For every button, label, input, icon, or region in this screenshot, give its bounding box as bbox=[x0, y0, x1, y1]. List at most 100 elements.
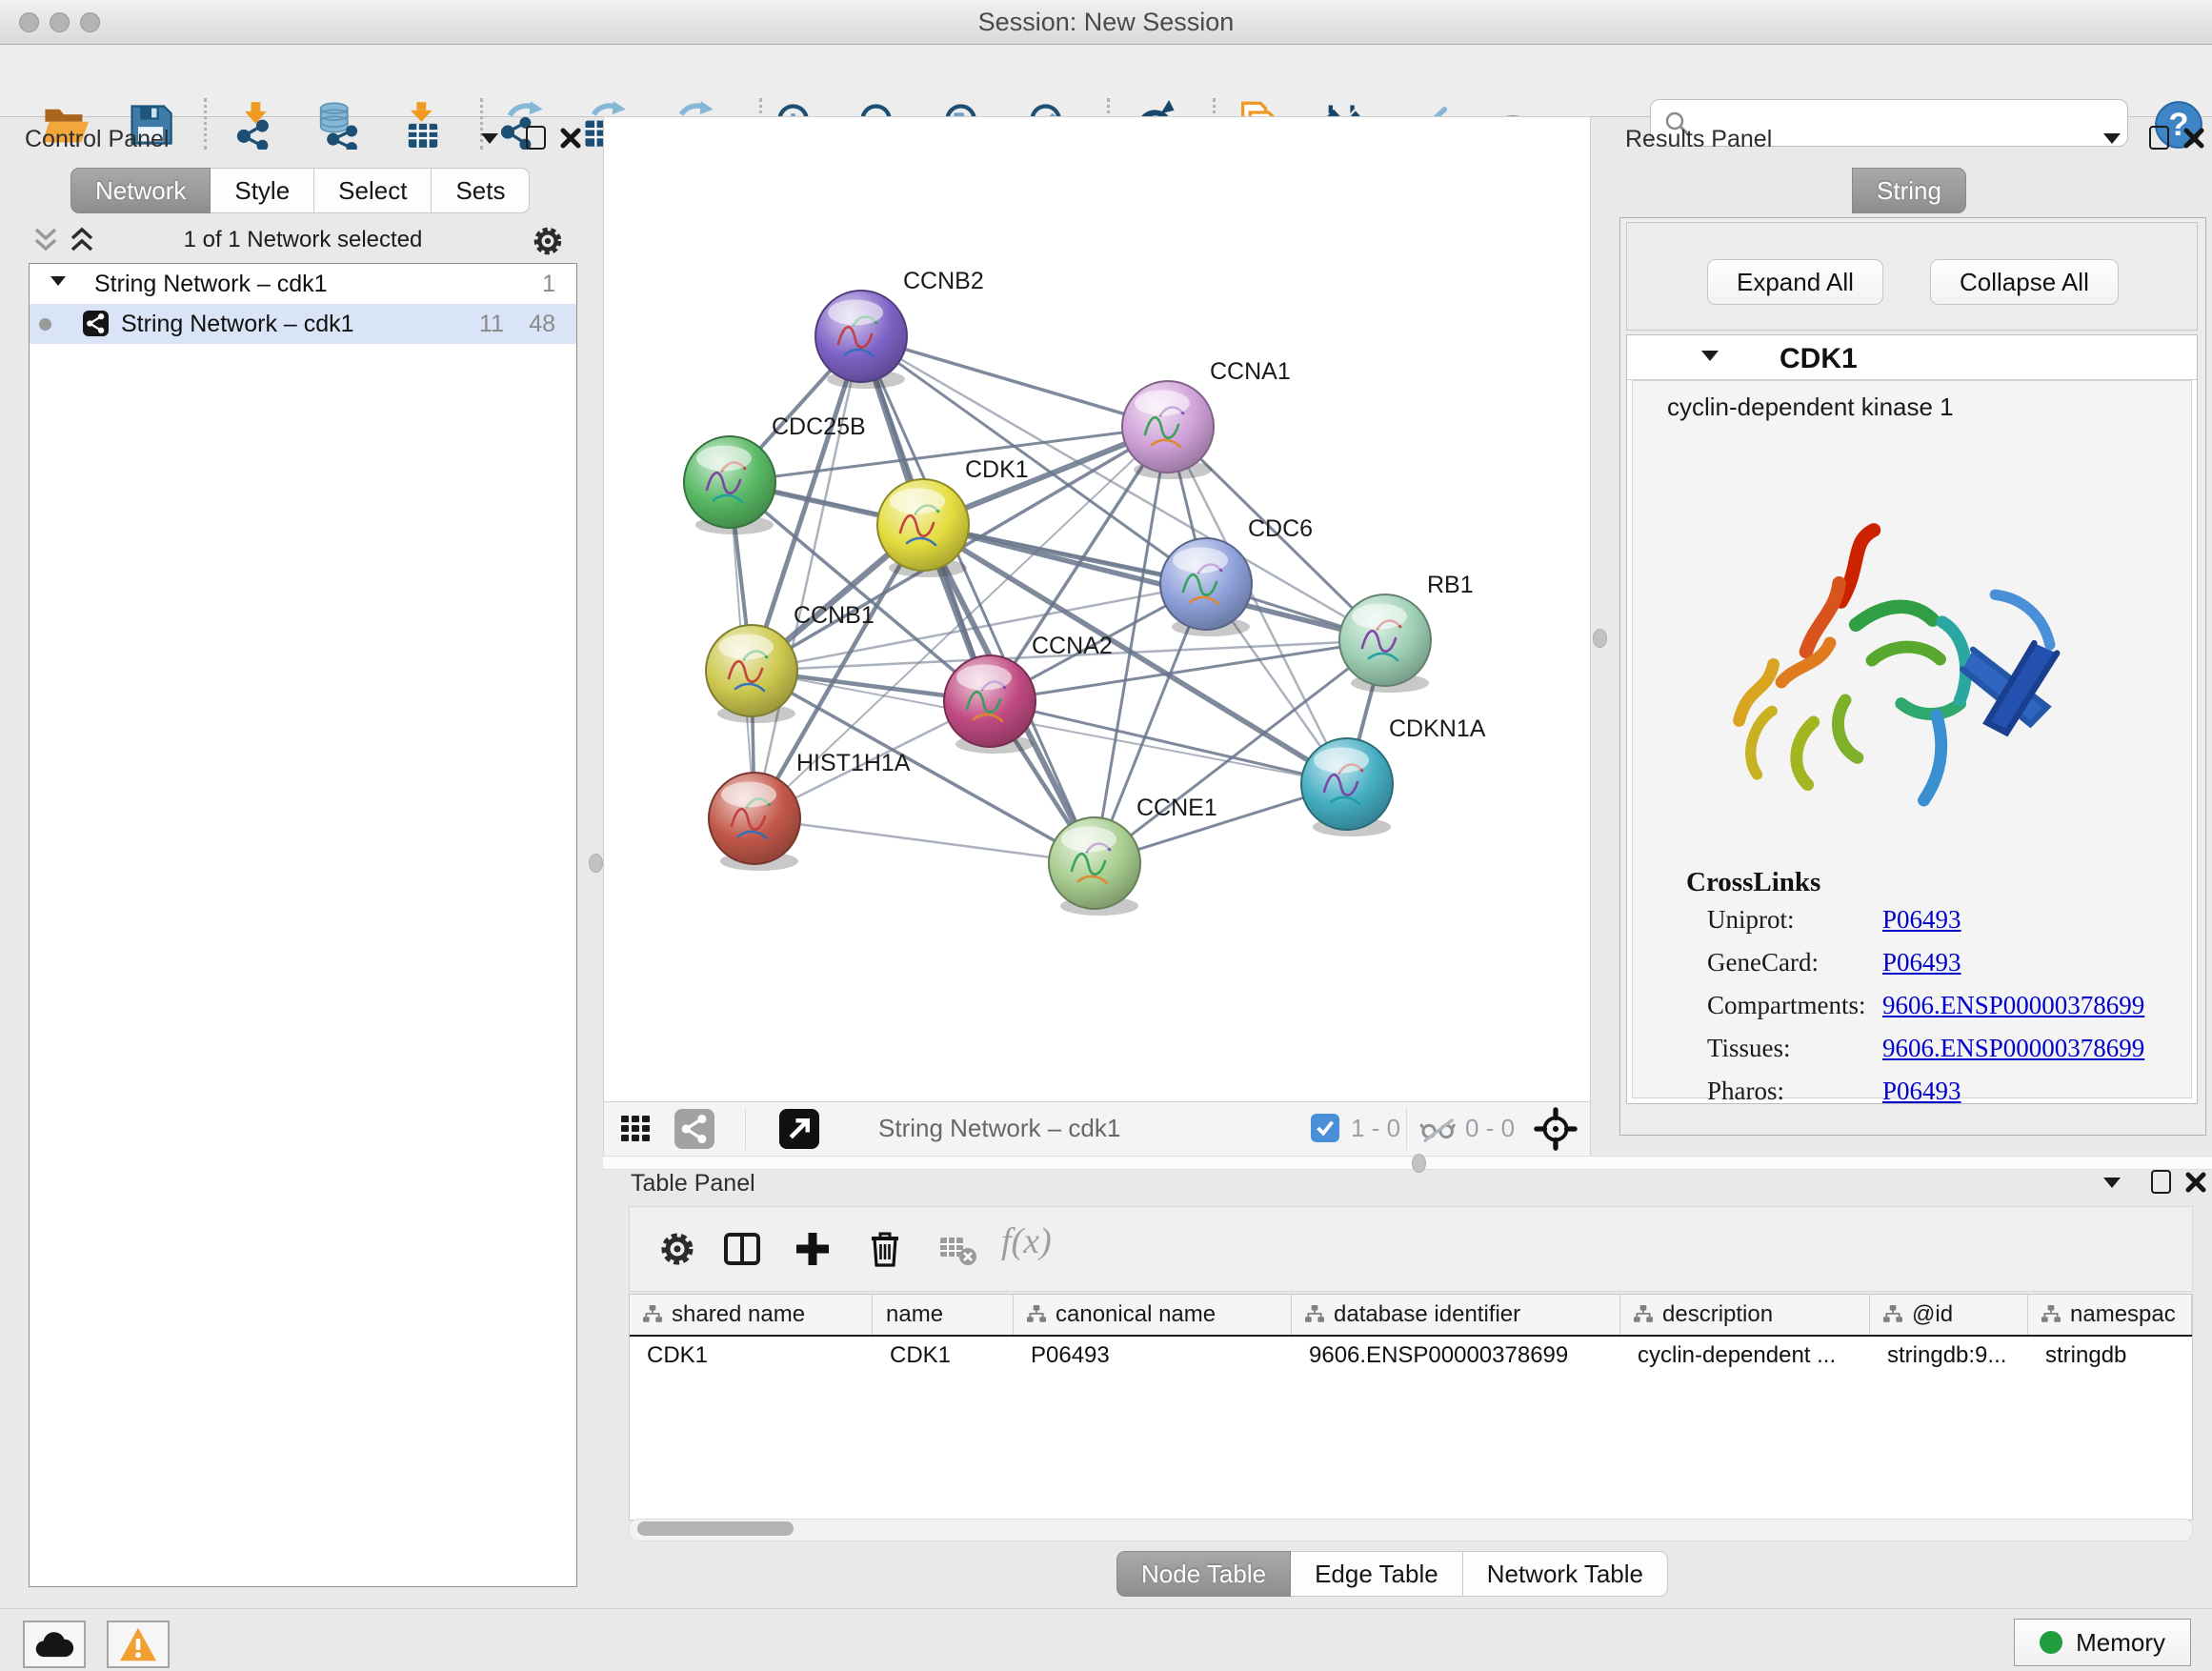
hidden-counts: 0 - 0 bbox=[1465, 1114, 1515, 1143]
network-row-selected[interactable]: String Network – cdk1 11 48 bbox=[30, 304, 576, 344]
table-cell[interactable]: CDK1 bbox=[873, 1337, 1014, 1375]
collapse-all-button[interactable]: Collapse All bbox=[1930, 259, 2119, 305]
result-entry-header[interactable]: CDK1 bbox=[1627, 335, 2197, 380]
show-columns-icon[interactable] bbox=[721, 1228, 763, 1275]
table-cell[interactable]: 9606.ENSP00000378699 bbox=[1292, 1337, 1620, 1375]
column-label: description bbox=[1662, 1301, 1773, 1328]
tab-network-table[interactable]: Network Table bbox=[1463, 1551, 1668, 1597]
network-collection-row[interactable]: String Network – cdk1 1 bbox=[30, 264, 576, 304]
control-panel-collapse-icon[interactable] bbox=[481, 133, 498, 144]
network-label: String Network – cdk1 bbox=[121, 311, 354, 338]
control-panel-close-icon[interactable] bbox=[558, 126, 583, 151]
column-header-canonical-name[interactable]: canonical name bbox=[1014, 1295, 1292, 1335]
function-builder-icon[interactable]: f(x) bbox=[1001, 1220, 1052, 1262]
tab-string[interactable]: String bbox=[1852, 168, 1966, 213]
crosslink-pharos-link[interactable]: P06493 bbox=[1882, 1077, 1961, 1106]
column-header-database-identifier[interactable]: database identifier bbox=[1292, 1295, 1620, 1335]
network-node-HIST1H1A[interactable]: HIST1H1A bbox=[709, 750, 911, 871]
delete-column-icon[interactable] bbox=[864, 1228, 906, 1275]
tab-node-table[interactable]: Node Table bbox=[1116, 1551, 1291, 1597]
crosslink-row: Uniprot:P06493 bbox=[1633, 898, 2191, 941]
delete-table-icon[interactable] bbox=[936, 1228, 980, 1275]
node-label: CDKN1A bbox=[1389, 715, 1486, 742]
collection-disclosure-icon[interactable] bbox=[50, 276, 66, 286]
network-node-CCNB2[interactable]: CCNB2 bbox=[815, 268, 984, 389]
network-node-CDKN1A[interactable]: CDKN1A bbox=[1301, 715, 1486, 836]
column-header-shared-name[interactable]: shared name bbox=[630, 1295, 873, 1335]
scrollbar-thumb[interactable] bbox=[637, 1521, 794, 1536]
column-header-@id[interactable]: @id bbox=[1870, 1295, 2028, 1335]
crosslink-genecard-link[interactable]: P06493 bbox=[1882, 948, 1961, 977]
tab-edge-table[interactable]: Edge Table bbox=[1291, 1551, 1463, 1597]
table-cell[interactable]: stringdb bbox=[2028, 1337, 2192, 1375]
crosslink-compartments-link[interactable]: 9606.ENSP00000378699 bbox=[1882, 991, 2144, 1020]
network-edge[interactable] bbox=[990, 701, 1347, 784]
hidden-glasses-icon[interactable] bbox=[1419, 1116, 1458, 1147]
column-header-namespac[interactable]: namespac bbox=[2028, 1295, 2192, 1335]
memory-label: Memory bbox=[2076, 1628, 2165, 1658]
table-cell[interactable]: CDK1 bbox=[630, 1337, 873, 1375]
add-column-icon[interactable] bbox=[792, 1228, 834, 1275]
table-cell[interactable]: stringdb:9... bbox=[1870, 1337, 2028, 1375]
table-panel-collapse-icon[interactable] bbox=[2103, 1178, 2121, 1188]
network-edge[interactable] bbox=[754, 818, 1095, 863]
tab-sets[interactable]: Sets bbox=[432, 168, 530, 213]
column-header-description[interactable]: description bbox=[1620, 1295, 1870, 1335]
expand-all-button[interactable]: Expand All bbox=[1707, 259, 1883, 305]
node-label: CDC6 bbox=[1248, 515, 1313, 542]
network-edge-count: 48 bbox=[529, 311, 555, 338]
tab-select[interactable]: Select bbox=[314, 168, 432, 213]
network-node-RB1[interactable]: RB1 bbox=[1339, 572, 1474, 693]
table-panel-close-icon[interactable] bbox=[2183, 1170, 2208, 1195]
network-edge[interactable] bbox=[923, 525, 1385, 640]
network-graph[interactable]: CCNB2CCNA1CDC25BCDK1CDC6RB1CCNB1CCNA2CDK… bbox=[604, 117, 1588, 1100]
table-cell[interactable]: P06493 bbox=[1014, 1337, 1292, 1375]
crosslink-label: Pharos: bbox=[1707, 1077, 1882, 1106]
network-node-CCNB1[interactable]: CCNB1 bbox=[706, 602, 875, 723]
table-horizontal-scrollbar[interactable] bbox=[629, 1519, 2193, 1541]
expand-all-icon[interactable] bbox=[67, 227, 97, 253]
results-panel-float-icon[interactable] bbox=[2149, 126, 2169, 150]
network-node-CDC25B[interactable]: CDC25B bbox=[684, 413, 866, 534]
right-splitter-handle[interactable] bbox=[1593, 629, 1607, 648]
network-view-canvas[interactable]: CCNB2CCNA1CDC25BCDK1CDC6RB1CCNB1CCNA2CDK… bbox=[603, 116, 1591, 1103]
table-panel-float-icon[interactable] bbox=[2151, 1170, 2171, 1194]
memory-button[interactable]: Memory bbox=[2014, 1619, 2191, 1666]
pan-crosshair-icon[interactable] bbox=[1534, 1107, 1578, 1156]
column-network-icon bbox=[2041, 1305, 2061, 1324]
warnings-button[interactable] bbox=[107, 1621, 170, 1668]
selected-counts: 1 - 0 bbox=[1351, 1114, 1400, 1143]
network-type-icon bbox=[83, 311, 109, 336]
entry-disclosure-icon[interactable] bbox=[1701, 351, 1719, 361]
tab-style[interactable]: Style bbox=[211, 168, 314, 213]
table-cell[interactable]: cyclin-dependent ... bbox=[1620, 1337, 1870, 1375]
table-settings-gear-icon[interactable] bbox=[656, 1228, 698, 1275]
table-row[interactable]: CDK1CDK1P064939606.ENSP00000378699cyclin… bbox=[630, 1337, 2192, 1375]
crosslink-label: Tissues: bbox=[1707, 1034, 1882, 1063]
network-share-view-button[interactable] bbox=[674, 1109, 714, 1149]
network-node-CDK1[interactable]: CDK1 bbox=[877, 456, 1029, 577]
result-entry-body: cyclin-dependent kinase 1 bbox=[1632, 380, 2192, 1098]
left-splitter-handle[interactable] bbox=[589, 854, 603, 873]
table-panel-title: Table Panel bbox=[631, 1170, 755, 1198]
network-edge[interactable] bbox=[861, 336, 1168, 427]
tab-network[interactable]: Network bbox=[70, 168, 211, 213]
network-node-CCNE1[interactable]: CCNE1 bbox=[1049, 795, 1217, 916]
collapse-all-icon[interactable] bbox=[30, 227, 61, 253]
footer-separator bbox=[745, 1108, 746, 1150]
network-node-CCNA1[interactable]: CCNA1 bbox=[1122, 358, 1291, 479]
crosslink-tissues-link[interactable]: 9606.ENSP00000378699 bbox=[1882, 1034, 2144, 1063]
results-panel-collapse-icon[interactable] bbox=[2103, 133, 2121, 144]
column-header-name[interactable]: name bbox=[873, 1295, 1014, 1335]
network-options-gear-icon[interactable] bbox=[530, 223, 566, 259]
crosslink-uniprot-link[interactable]: P06493 bbox=[1882, 905, 1961, 935]
results-panel-close-icon[interactable] bbox=[2182, 126, 2206, 151]
table-toolbar: f(x) bbox=[629, 1206, 2193, 1292]
grid-view-icon[interactable] bbox=[619, 1112, 654, 1151]
selected-checkbox[interactable] bbox=[1311, 1114, 1339, 1142]
network-view-title: String Network – cdk1 bbox=[878, 1114, 1120, 1143]
birds-eye-view-button[interactable] bbox=[779, 1109, 819, 1149]
control-panel-float-icon[interactable] bbox=[526, 126, 546, 150]
cloud-status-button[interactable] bbox=[23, 1621, 86, 1668]
network-edge[interactable] bbox=[861, 336, 1095, 863]
